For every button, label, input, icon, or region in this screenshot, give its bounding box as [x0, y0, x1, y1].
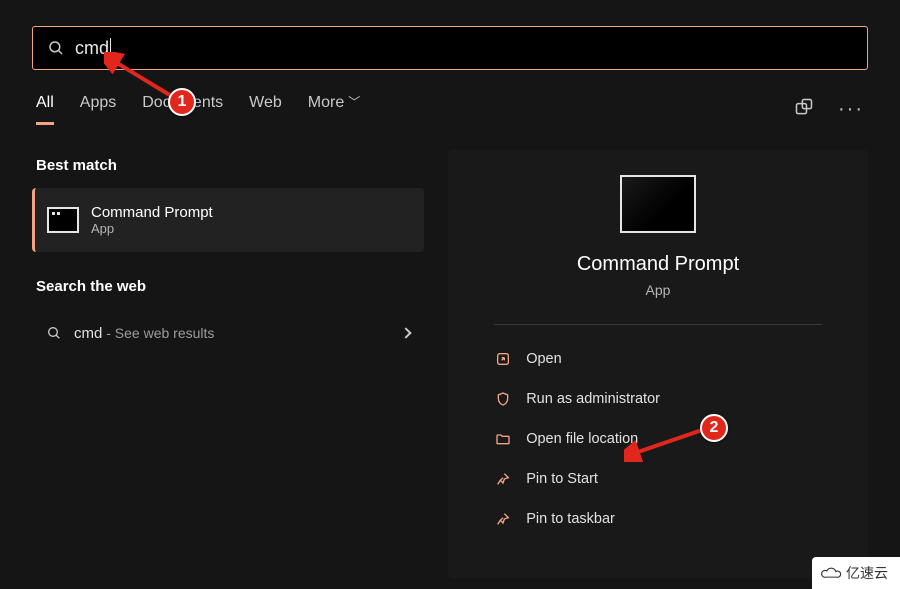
- action-open[interactable]: Open: [494, 339, 822, 379]
- shield-icon: [494, 390, 512, 408]
- chevron-right-icon: [400, 327, 411, 338]
- best-match-subtitle: App: [91, 221, 213, 236]
- search-icon: [46, 325, 62, 341]
- best-match-item[interactable]: Command Prompt App: [32, 188, 424, 252]
- action-pin-start-label: Pin to Start: [526, 471, 598, 487]
- action-file-location-label: Open file location: [526, 431, 638, 447]
- pin-icon: [494, 470, 512, 488]
- best-match-heading: Best match: [36, 157, 420, 174]
- command-prompt-thumb: [620, 175, 696, 233]
- more-options-icon[interactable]: ···: [838, 98, 864, 121]
- command-prompt-icon: [47, 207, 79, 233]
- search-icon: [47, 39, 65, 57]
- action-pin-taskbar-label: Pin to taskbar: [526, 511, 615, 527]
- watermark: 亿速云: [812, 557, 900, 589]
- action-pin-to-start[interactable]: Pin to Start: [494, 459, 822, 499]
- annotation-badge-1: 1: [168, 88, 196, 116]
- tab-web[interactable]: Web: [249, 94, 282, 125]
- tab-all[interactable]: All: [36, 94, 54, 125]
- best-match-title: Command Prompt: [91, 204, 213, 221]
- open-icon: [494, 350, 512, 368]
- watermark-text: 亿速云: [846, 563, 888, 583]
- search-web-heading: Search the web: [36, 278, 420, 295]
- web-suffix: - See web results: [102, 325, 214, 341]
- folder-icon: [494, 430, 512, 448]
- pin-icon: [494, 510, 512, 528]
- tab-more[interactable]: More﹀: [308, 94, 360, 125]
- action-open-label: Open: [526, 351, 561, 367]
- web-result-item[interactable]: cmd - See web results: [32, 309, 424, 357]
- action-run-as-administrator[interactable]: Run as administrator: [494, 379, 822, 419]
- preview-panel: Command Prompt App Open Run as administr…: [448, 149, 868, 579]
- web-term: cmd: [74, 325, 102, 342]
- chevron-down-icon: ﹀: [348, 93, 360, 110]
- action-pin-to-taskbar[interactable]: Pin to taskbar: [494, 499, 822, 539]
- window-snap-icon[interactable]: [794, 97, 814, 122]
- preview-title: Command Prompt: [577, 253, 739, 276]
- cloud-icon: [820, 565, 842, 581]
- divider: [494, 324, 822, 325]
- action-admin-label: Run as administrator: [526, 391, 660, 407]
- annotation-badge-2: 2: [700, 414, 728, 442]
- preview-subtitle: App: [646, 282, 671, 298]
